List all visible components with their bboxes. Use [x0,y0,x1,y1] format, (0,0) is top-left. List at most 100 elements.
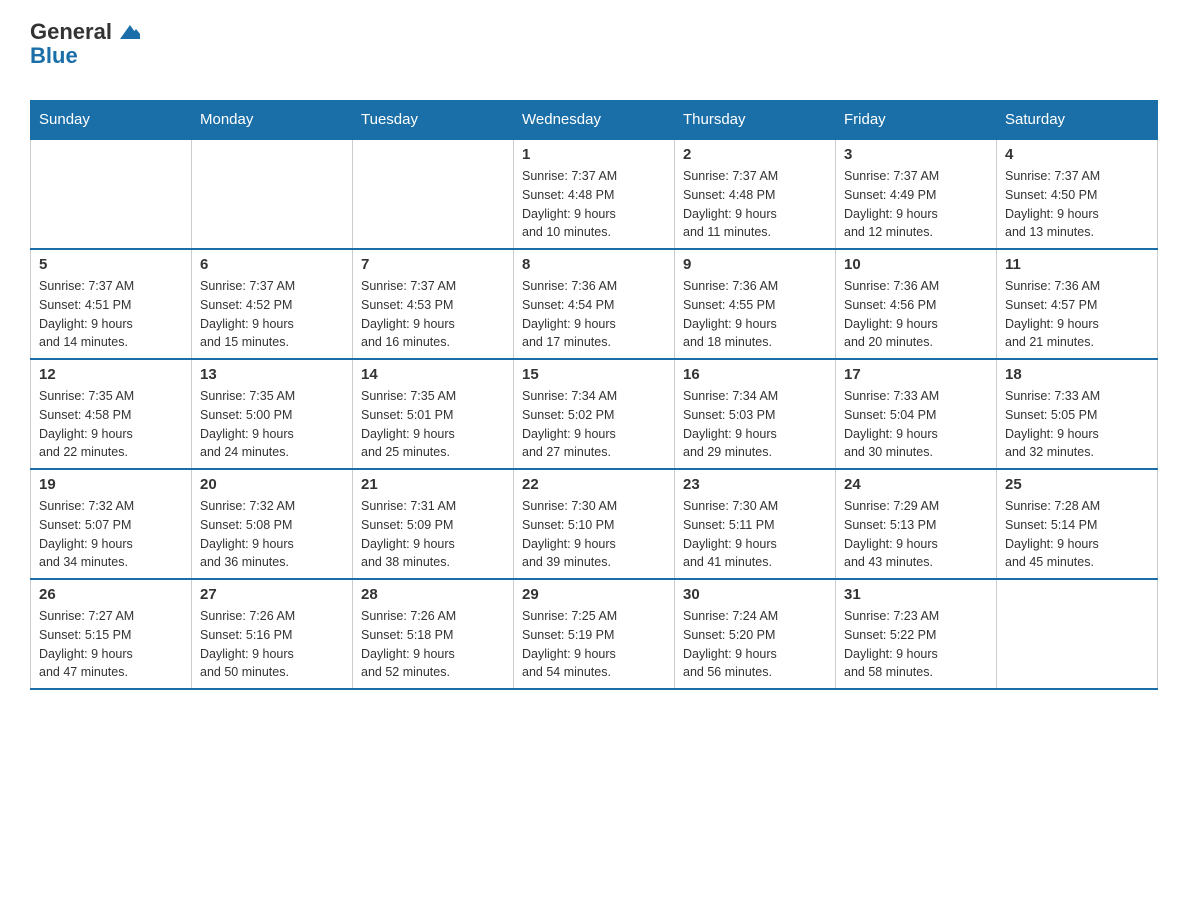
logo-triangle-icon [120,23,140,43]
calendar-cell: 1 Sunrise: 7:37 AM Sunset: 4:48 PM Daylig… [514,139,675,249]
day-number: 17 [844,366,988,383]
calendar-week-row: 12 Sunrise: 7:35 AM Sunset: 4:58 PM Dayli… [31,359,1158,469]
calendar-cell: 24Sunrise: 7:29 AM Sunset: 5:13 PM Dayli… [836,469,997,579]
day-info: Sunrise: 7:32 AM Sunset: 5:07 PM Dayligh… [39,497,183,572]
day-info: Sunrise: 7:37 AM Sunset: 4:53 PM Dayligh… [361,277,505,352]
calendar-table: Sunday Monday Tuesday Wednesday Thursday… [30,100,1158,690]
day-info: Sunrise: 7:37 AM Sunset: 4:51 PM Dayligh… [39,277,183,352]
calendar-cell: 18 Sunrise: 7:33 AM Sunset: 5:05 PM Dayli… [997,359,1158,469]
calendar-cell: 13 Sunrise: 7:35 AM Sunset: 5:00 PM Dayli… [192,359,353,469]
day-info: Sunrise: 7:34 AM Sunset: 5:03 PM Dayligh… [683,387,827,462]
day-number: 4 [1005,146,1149,163]
calendar-cell: 30 Sunrise: 7:24 AM Sunset: 5:20 PM Dayli… [675,579,836,689]
logo-text-block: General Blue [30,20,140,68]
day-info: Sunrise: 7:33 AM Sunset: 5:05 PM Dayligh… [1005,387,1149,462]
day-number: 20 [200,476,344,493]
day-number: 7 [361,256,505,273]
day-info: Sunrise: 7:37 AM Sunset: 4:52 PM Dayligh… [200,277,344,352]
col-tuesday: Tuesday [353,101,514,140]
calendar-cell: 21 Sunrise: 7:31 AM Sunset: 5:09 PM Dayli… [353,469,514,579]
day-info: Sunrise: 7:37 AM Sunset: 4:50 PM Dayligh… [1005,167,1149,242]
calendar-cell: 5 Sunrise: 7:37 AM Sunset: 4:51 PM Daylig… [31,249,192,359]
day-info: Sunrise: 7:28 AM Sunset: 5:14 PM Dayligh… [1005,497,1149,572]
calendar-cell: 6 Sunrise: 7:37 AM Sunset: 4:52 PM Daylig… [192,249,353,359]
calendar-cell: 27 Sunrise: 7:26 AM Sunset: 5:16 PM Dayli… [192,579,353,689]
day-number: 13 [200,366,344,383]
calendar-cell: 25 Sunrise: 7:28 AM Sunset: 5:14 PM Dayli… [997,469,1158,579]
day-info: Sunrise: 7:32 AM Sunset: 5:08 PM Dayligh… [200,497,344,572]
day-info: Sunrise: 7:24 AM Sunset: 5:20 PM Dayligh… [683,607,827,682]
day-number: 5 [39,256,183,273]
calendar-cell [353,139,514,249]
calendar-cell: 7 Sunrise: 7:37 AM Sunset: 4:53 PM Daylig… [353,249,514,359]
col-sunday: Sunday [31,101,192,140]
calendar-cell: 10 Sunrise: 7:36 AM Sunset: 4:56 PM Dayli… [836,249,997,359]
day-info: Sunrise: 7:36 AM Sunset: 4:55 PM Dayligh… [683,277,827,352]
col-wednesday: Wednesday [514,101,675,140]
calendar-week-row: 1 Sunrise: 7:37 AM Sunset: 4:48 PM Daylig… [31,139,1158,249]
calendar-cell: 22 Sunrise: 7:30 AM Sunset: 5:10 PM Dayli… [514,469,675,579]
day-number: 2 [683,146,827,163]
calendar-container: Sunday Monday Tuesday Wednesday Thursday… [30,100,1158,690]
day-info: Sunrise: 7:23 AM Sunset: 5:22 PM Dayligh… [844,607,988,682]
day-number: 6 [200,256,344,273]
day-number: 24 [844,476,988,493]
day-number: 12 [39,366,183,383]
day-number: 22 [522,476,666,493]
day-info: Sunrise: 7:35 AM Sunset: 5:00 PM Dayligh… [200,387,344,462]
day-info: Sunrise: 7:31 AM Sunset: 5:09 PM Dayligh… [361,497,505,572]
calendar-cell: 17 Sunrise: 7:33 AM Sunset: 5:04 PM Dayli… [836,359,997,469]
day-info: Sunrise: 7:34 AM Sunset: 5:02 PM Dayligh… [522,387,666,462]
calendar-cell: 3 Sunrise: 7:37 AM Sunset: 4:49 PM Daylig… [836,139,997,249]
day-info: Sunrise: 7:36 AM Sunset: 4:54 PM Dayligh… [522,277,666,352]
day-info: Sunrise: 7:30 AM Sunset: 5:10 PM Dayligh… [522,497,666,572]
day-info: Sunrise: 7:37 AM Sunset: 4:49 PM Dayligh… [844,167,988,242]
day-info: Sunrise: 7:25 AM Sunset: 5:19 PM Dayligh… [522,607,666,682]
day-info: Sunrise: 7:36 AM Sunset: 4:56 PM Dayligh… [844,277,988,352]
day-number: 3 [844,146,988,163]
calendar-week-row: 19Sunrise: 7:32 AM Sunset: 5:07 PM Dayli… [31,469,1158,579]
calendar-cell: 16Sunrise: 7:34 AM Sunset: 5:03 PM Dayli… [675,359,836,469]
calendar-cell [31,139,192,249]
calendar-cell: 8 Sunrise: 7:36 AM Sunset: 4:54 PM Daylig… [514,249,675,359]
day-info: Sunrise: 7:37 AM Sunset: 4:48 PM Dayligh… [522,167,666,242]
calendar-cell: 23 Sunrise: 7:30 AM Sunset: 5:11 PM Dayli… [675,469,836,579]
day-number: 18 [1005,366,1149,383]
day-info: Sunrise: 7:33 AM Sunset: 5:04 PM Dayligh… [844,387,988,462]
calendar-week-row: 5 Sunrise: 7:37 AM Sunset: 4:51 PM Daylig… [31,249,1158,359]
day-info: Sunrise: 7:27 AM Sunset: 5:15 PM Dayligh… [39,607,183,682]
day-info: Sunrise: 7:26 AM Sunset: 5:16 PM Dayligh… [200,607,344,682]
calendar-cell: 19Sunrise: 7:32 AM Sunset: 5:07 PM Dayli… [31,469,192,579]
day-number: 14 [361,366,505,383]
day-number: 8 [522,256,666,273]
day-info: Sunrise: 7:35 AM Sunset: 5:01 PM Dayligh… [361,387,505,462]
logo-general: General [30,20,140,44]
day-number: 11 [1005,256,1149,273]
day-number: 15 [522,366,666,383]
day-number: 30 [683,586,827,603]
calendar-cell: 31Sunrise: 7:23 AM Sunset: 5:22 PM Dayli… [836,579,997,689]
day-info: Sunrise: 7:26 AM Sunset: 5:18 PM Dayligh… [361,607,505,682]
day-number: 23 [683,476,827,493]
calendar-cell: 4 Sunrise: 7:37 AM Sunset: 4:50 PM Daylig… [997,139,1158,249]
col-monday: Monday [192,101,353,140]
day-info: Sunrise: 7:35 AM Sunset: 4:58 PM Dayligh… [39,387,183,462]
calendar-cell: 15 Sunrise: 7:34 AM Sunset: 5:02 PM Dayli… [514,359,675,469]
day-number: 9 [683,256,827,273]
col-friday: Friday [836,101,997,140]
day-number: 27 [200,586,344,603]
day-number: 10 [844,256,988,273]
day-info: Sunrise: 7:36 AM Sunset: 4:57 PM Dayligh… [1005,277,1149,352]
day-number: 28 [361,586,505,603]
calendar-cell: 29 Sunrise: 7:25 AM Sunset: 5:19 PM Dayli… [514,579,675,689]
day-info: Sunrise: 7:30 AM Sunset: 5:11 PM Dayligh… [683,497,827,572]
logo-blue: Blue [30,44,78,68]
day-number: 21 [361,476,505,493]
day-number: 29 [522,586,666,603]
calendar-cell: 28 Sunrise: 7:26 AM Sunset: 5:18 PM Dayli… [353,579,514,689]
day-number: 25 [1005,476,1149,493]
calendar-cell: 9 Sunrise: 7:36 AM Sunset: 4:55 PM Daylig… [675,249,836,359]
logo-container: General Blue [30,20,140,68]
calendar-cell: 20 Sunrise: 7:32 AM Sunset: 5:08 PM Dayli… [192,469,353,579]
day-number: 1 [522,146,666,163]
